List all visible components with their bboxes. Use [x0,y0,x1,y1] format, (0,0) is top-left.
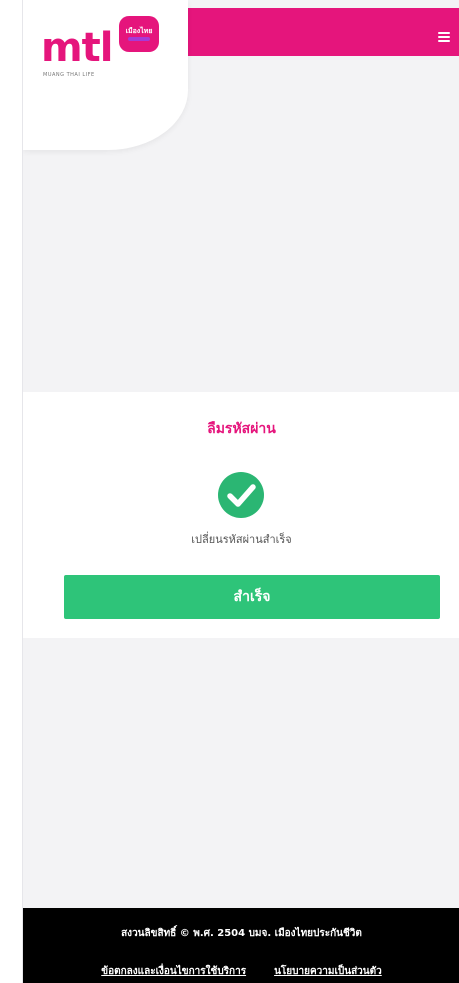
success-card: ลืมรหัสผ่าน เปลี่ยนรหัสผ่านสำเร็จ สำเร็จ [23,392,459,638]
logo-badge-text: เมืองไทย [125,26,153,35]
terms-link[interactable]: ข้อตกลงและเงื่อนไขการใช้บริการ [101,964,246,979]
check-circle-icon [218,472,264,518]
hamburger-icon[interactable] [438,32,450,42]
logo-text: mtl [41,25,114,71]
footer-links: ข้อตกลงและเงื่อนไขการใช้บริการ นโยบายควา… [23,964,459,979]
logo-container[interactable]: mtl เมืองไทย MUANG THAI LIFE [23,0,188,150]
card-title: ลืมรหัสผ่าน [207,421,276,437]
privacy-link[interactable]: นโยบายความเป็นส่วนตัว [274,964,382,979]
success-message: เปลี่ยนรหัสผ่านสำเร็จ [191,533,292,546]
logo-badge: เมืองไทย [119,16,159,52]
footer-copyright: สงวนลิขสิทธิ์ © พ.ศ. 2504 บมจ. เมืองไทยป… [121,928,362,939]
logo-badge-bar [128,36,150,41]
app-frame: mtl เมืองไทย MUANG THAI LIFE ลืมรหัสผ่าน… [22,0,459,983]
logo-subtext: MUANG THAI LIFE [43,72,95,78]
footer: สงวนลิขสิทธิ์ © พ.ศ. 2504 บมจ. เมืองไทยป… [23,908,459,983]
done-button[interactable]: สำเร็จ [64,575,440,619]
